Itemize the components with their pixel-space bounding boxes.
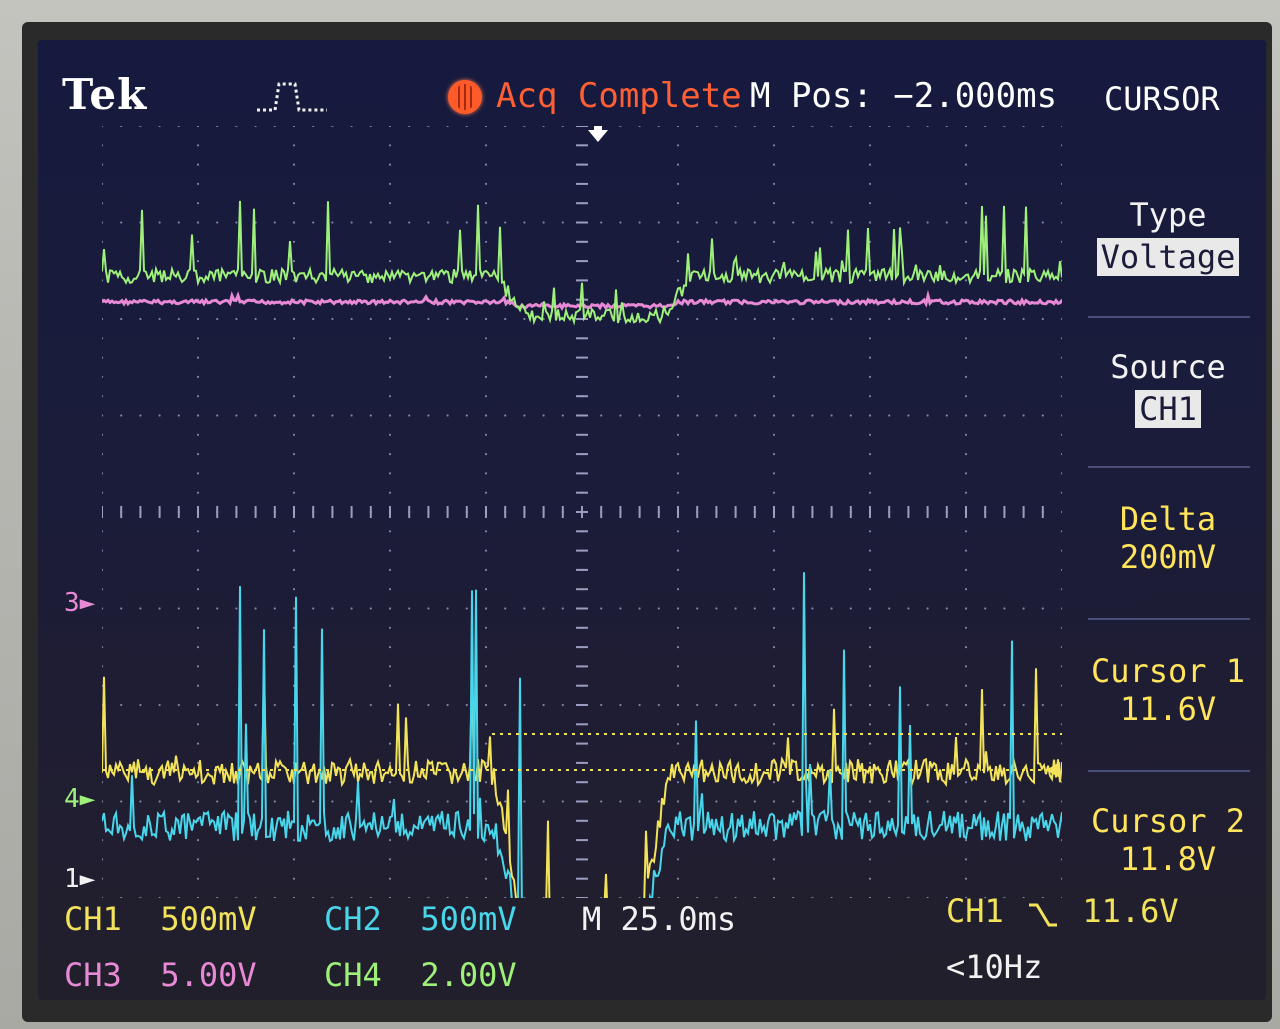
- gridlines: [100, 124, 1064, 900]
- cursor1-menu-item[interactable]: Cursor 1 11.6V: [1084, 652, 1252, 728]
- cursor-menu: CURSOR Type Voltage Source CH1 Delta 200…: [1084, 80, 1252, 900]
- traces: [101, 200, 1064, 943]
- falling-edge-icon: [1023, 899, 1063, 927]
- ch3-marker: 3►: [64, 588, 96, 618]
- delta-label: Delta: [1119, 500, 1217, 538]
- ch4-marker: 4►: [64, 784, 96, 814]
- source-menu-item[interactable]: Source CH1: [1084, 348, 1252, 428]
- trigger-pulse-icon: [257, 82, 327, 112]
- cursor2-menu-item[interactable]: Cursor 2 11.8V: [1084, 802, 1252, 878]
- brand-logo: Tek: [62, 70, 148, 119]
- acq-status: Acq Complete: [496, 76, 742, 116]
- timebase-readout: M 25.0ms: [582, 900, 737, 938]
- ch4-readout: CH4 2.00V: [324, 956, 517, 994]
- type-menu-item[interactable]: Type Voltage: [1084, 196, 1252, 276]
- menu-title: CURSOR: [1104, 80, 1220, 118]
- graticule: [100, 124, 1064, 943]
- trigger-frequency: <10Hz: [946, 948, 1043, 986]
- m-pos: M Pos: −2.000ms: [750, 76, 1058, 116]
- cursor1-value: 11.6V: [1119, 690, 1217, 728]
- type-label: Type: [1129, 196, 1207, 234]
- acq-status-icon: [448, 80, 482, 114]
- menu-divider: [1088, 618, 1250, 620]
- menu-divider: [1088, 466, 1250, 468]
- cursor2-label: Cursor 2: [1090, 802, 1246, 840]
- ch3-readout: CH3 5.00V: [64, 956, 257, 994]
- menu-divider: [1088, 770, 1250, 772]
- scope-screen: Tek Acq Complete M Pos: −2.000ms 3► 4► 1…: [38, 40, 1266, 1000]
- cursor2-value: 11.8V: [1119, 840, 1217, 878]
- type-value: Voltage: [1096, 238, 1240, 276]
- trigger-position-icon: [588, 126, 608, 142]
- source-value: CH1: [1135, 390, 1201, 428]
- trigger-readout: CH1 11.6V: [946, 892, 1179, 930]
- source-label: Source: [1110, 348, 1226, 386]
- status-bar: CH1 500mV CH2 500mV M 25.0ms CH1 11.6V C…: [38, 892, 1266, 1000]
- menu-divider: [1088, 316, 1250, 318]
- ch1-marker: 1►: [64, 864, 96, 894]
- ch1-readout: CH1 500mV: [64, 900, 257, 938]
- delta-value: 200mV: [1119, 538, 1217, 576]
- ch2-trace: [101, 572, 1063, 943]
- cursor1-label: Cursor 1: [1090, 652, 1246, 690]
- waveform-display: [100, 124, 1064, 943]
- ch2-readout: CH2 500mV: [324, 900, 517, 938]
- delta-readout: Delta 200mV: [1084, 500, 1252, 576]
